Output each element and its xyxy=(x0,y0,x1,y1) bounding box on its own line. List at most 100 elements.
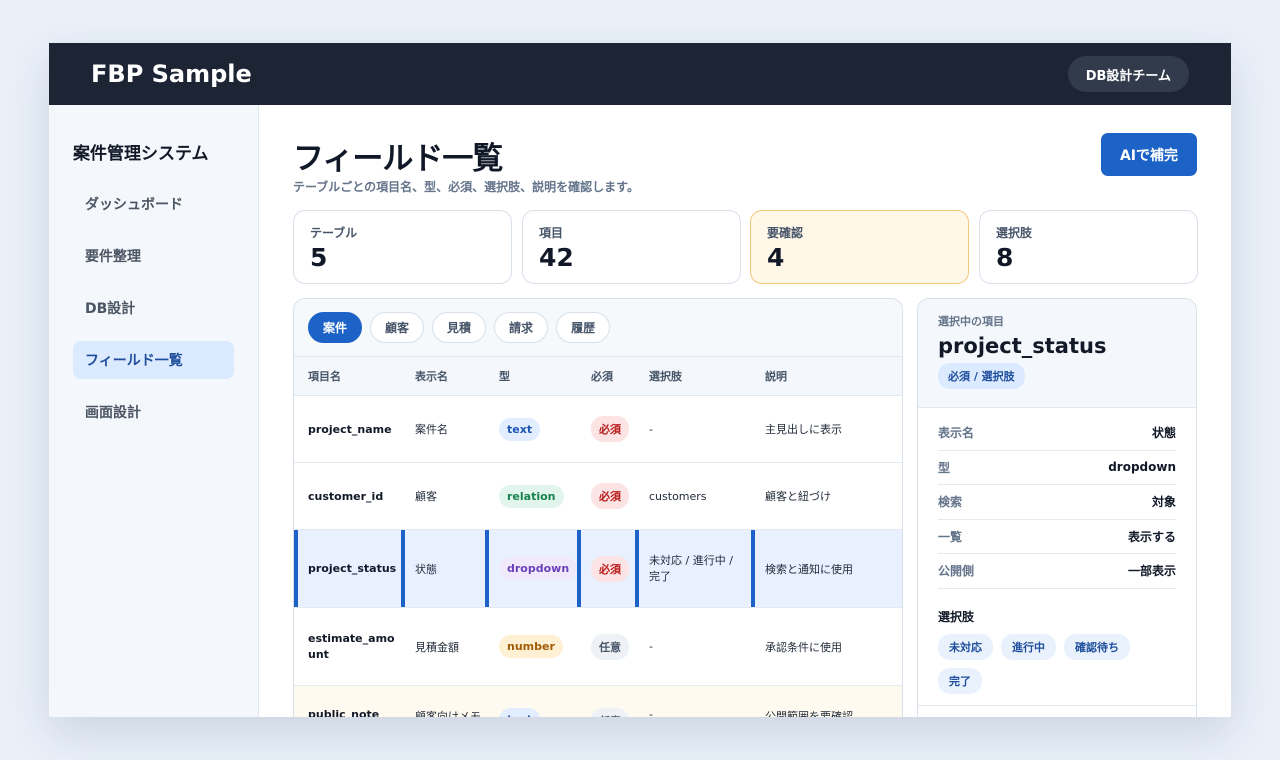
page-title: フィールド一覧 xyxy=(293,141,503,177)
property-key: 検索 xyxy=(938,495,963,510)
options-cell: 未対応 / 進行中 / 完了 xyxy=(635,530,751,607)
property-row: 一覧 表示する xyxy=(938,520,1176,554)
required-badge: 必須 xyxy=(591,483,629,509)
required-cell: 任意 xyxy=(577,708,635,717)
property-row: 型 dropdown xyxy=(938,451,1176,485)
type-cell: relation xyxy=(485,484,577,508)
column-header[interactable]: 必須 xyxy=(577,368,635,384)
type-cell: number xyxy=(485,635,577,658)
options-cell: - xyxy=(649,640,653,653)
stat-label: 選択肢 xyxy=(996,226,1033,240)
property-row: 検索 対象 xyxy=(938,485,1176,520)
required-badge: 任意 xyxy=(591,633,629,660)
column-header[interactable]: 表示名 xyxy=(401,368,485,384)
type-badge: relation xyxy=(499,484,564,508)
stat-label: 要確認 xyxy=(767,226,804,240)
option-chips: 未対応 進行中 確認待ち 完了 xyxy=(938,633,1176,694)
sidebar-item-field-list[interactable]: フィールド一覧 xyxy=(73,341,234,379)
column-header[interactable]: 型 xyxy=(485,368,577,384)
property-key: 表示名 xyxy=(938,426,975,441)
description-cell: 公開範囲を要確認 xyxy=(765,710,853,717)
stat-card-options: 選択肢 8 xyxy=(979,210,1198,284)
stat-value: 4 xyxy=(767,243,785,272)
ai-complete-button[interactable]: AIで補完 xyxy=(1101,133,1197,176)
stat-label: テーブル xyxy=(310,226,358,240)
table-body: project_name 案件名 text 必須 - 主見出しに表示 custo… xyxy=(294,396,902,717)
display-name: 状態 xyxy=(401,530,485,607)
tab-projects[interactable]: 案件 xyxy=(308,312,363,343)
option-chip[interactable]: 確認待ち xyxy=(1064,633,1130,660)
stat-label: 項目 xyxy=(539,226,564,240)
description-cell: 顧客と紐づけ xyxy=(765,490,831,503)
team-button[interactable]: DB設計チーム xyxy=(1067,56,1189,92)
sidebar-item-screen-design[interactable]: 画面設計 xyxy=(73,393,234,431)
tab-estimates[interactable]: 見積 xyxy=(432,312,487,343)
property-key: 公開側 xyxy=(938,564,975,579)
required-badge: 必須 xyxy=(591,555,629,582)
option-chip[interactable]: 未対応 xyxy=(938,633,993,660)
description-cell: 検索と通知に使用 xyxy=(751,530,902,607)
type-badge: dropdown xyxy=(499,557,578,580)
type-cell: text xyxy=(485,417,577,441)
option-chip[interactable]: 進行中 xyxy=(1001,633,1056,660)
field-name: estimate_amount xyxy=(308,631,395,661)
column-header[interactable]: 選択肢 xyxy=(635,368,751,384)
sidebar-item-requirements[interactable]: 要件整理 xyxy=(73,237,234,275)
table-row[interactable]: project_name 案件名 text 必須 - 主見出しに表示 xyxy=(294,396,902,463)
type-cell: dropdown xyxy=(485,530,578,607)
detail-badge: 必須 / 選択肢 xyxy=(938,363,1025,389)
sidebar-item-db-design[interactable]: DB設計 xyxy=(73,289,234,327)
property-value: 一部表示 xyxy=(1127,564,1176,579)
table-tabs: 案件 顧客 見積 請求 履歴 xyxy=(294,299,902,356)
detail-properties: 表示名 状態 型 dropdown 検索 対象 一覧 表示する 公開側 一部表示 xyxy=(918,408,1196,589)
required-cell: 必須 xyxy=(577,483,635,509)
property-value: 表示する xyxy=(1127,529,1176,544)
type-badge: text xyxy=(499,708,541,717)
display-name: 見積金額 xyxy=(415,640,459,654)
property-row: 公開側 一部表示 xyxy=(938,554,1176,589)
field-name: project_status xyxy=(294,530,401,607)
table-row[interactable]: estimate_amount 見積金額 number 任意 - 承認条件に使用 xyxy=(294,608,902,686)
table-row-selected[interactable]: project_status 状態 dropdown 必須 未対応 / 進行中 … xyxy=(294,530,902,608)
stat-card-fields: 項目 42 xyxy=(522,210,741,284)
display-name: 顧客向けメモ xyxy=(415,710,481,717)
stat-value: 5 xyxy=(310,243,328,272)
table-header: 項目名 表示名 型 必須 選択肢 説明 xyxy=(294,356,902,396)
required-cell: 必須 xyxy=(577,416,635,442)
display-name: 案件名 xyxy=(415,423,448,436)
column-header[interactable]: 項目名 xyxy=(294,368,401,384)
sidebar-item-dashboard[interactable]: ダッシュボード xyxy=(73,185,234,223)
table-row[interactable]: public_note 顧客向けメモ text 任意 - 公開範囲を要確認 xyxy=(294,686,902,717)
display-name: 顧客 xyxy=(415,490,437,503)
detail-header: 選択中の項目 project_status 必須 / 選択肢 xyxy=(918,299,1196,408)
tab-customers[interactable]: 顧客 xyxy=(370,312,425,343)
options-cell: customers xyxy=(649,489,707,503)
table-row[interactable]: customer_id 顧客 relation 必須 customers 顧客と… xyxy=(294,463,902,530)
tab-invoices[interactable]: 請求 xyxy=(494,312,549,343)
description-cell: 承認条件に使用 xyxy=(765,640,842,654)
tab-history[interactable]: 履歴 xyxy=(556,312,611,343)
property-value: 対象 xyxy=(1151,495,1176,510)
field-name: public_note xyxy=(308,708,380,717)
required-cell: 必須 xyxy=(577,530,635,607)
detail-caption: 選択中の項目 xyxy=(938,315,1004,328)
property-row: 表示名 状態 xyxy=(938,416,1176,451)
type-cell: text xyxy=(485,708,577,717)
property-value: 状態 xyxy=(1151,426,1176,441)
detail-divider xyxy=(918,705,1196,706)
options-title: 選択肢 xyxy=(938,609,975,624)
sidebar: 案件管理システム ダッシュボード 要件整理 DB設計 フィールド一覧 画面設計 xyxy=(49,105,259,717)
column-header[interactable]: 説明 xyxy=(751,368,902,384)
options-cell: - xyxy=(649,708,653,717)
field-table-card: 案件 顧客 見積 請求 履歴 項目名 表示名 型 必須 選択肢 説明 proje… xyxy=(293,298,903,717)
type-badge: number xyxy=(499,635,563,658)
stat-card-needs-review: 要確認 4 xyxy=(750,210,969,284)
stat-value: 42 xyxy=(539,243,574,272)
options-cell: - xyxy=(649,422,653,436)
option-chip[interactable]: 完了 xyxy=(938,667,982,694)
brand-logo[interactable]: FBP Sample xyxy=(91,60,252,88)
property-value: dropdown xyxy=(1108,460,1176,475)
required-badge: 任意 xyxy=(591,708,629,717)
sidebar-nav: ダッシュボード 要件整理 DB設計 フィールド一覧 画面設計 xyxy=(73,185,234,445)
required-cell: 任意 xyxy=(577,633,635,660)
